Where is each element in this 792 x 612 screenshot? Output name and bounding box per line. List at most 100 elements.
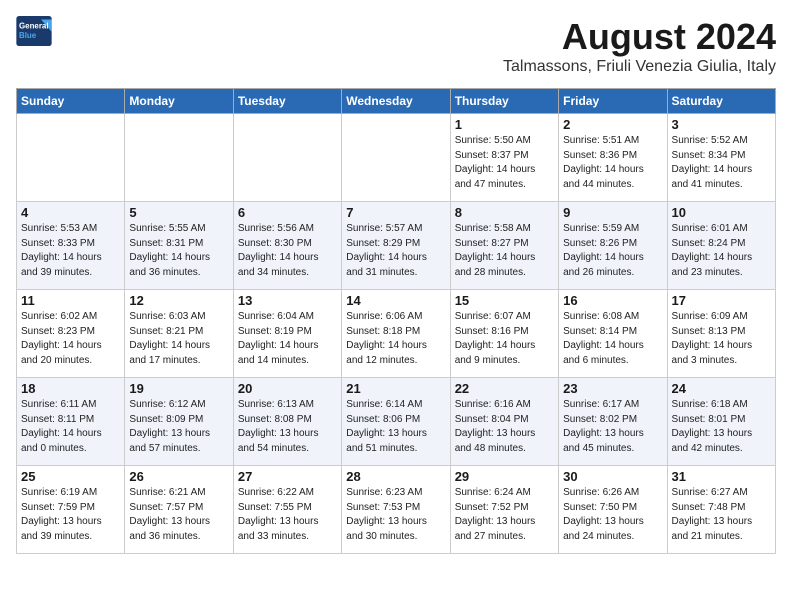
day-info: Sunrise: 6:24 AM Sunset: 7:52 PM Dayligh…: [455, 486, 554, 544]
calendar-cell: 11 Sunrise: 6:02 AM Sunset: 8:23 PM Dayli…: [17, 290, 125, 378]
weekday-friday: Friday: [559, 89, 667, 114]
calendar-cell: 31 Sunrise: 6:27 AM Sunset: 7:48 PM Dayli…: [667, 466, 775, 554]
calendar-cell: [233, 114, 341, 202]
day-number: 12: [129, 293, 228, 308]
day-info: Sunrise: 6:13 AM Sunset: 8:08 PM Dayligh…: [238, 398, 337, 456]
day-info: Sunrise: 6:21 AM Sunset: 7:57 PM Dayligh…: [129, 486, 228, 544]
calendar-cell: [17, 114, 125, 202]
calendar-cell: [125, 114, 233, 202]
svg-text:General: General: [19, 21, 49, 30]
calendar-cell: 5Sunrise: 5:55 AM Sunset: 8:31 PM Daylig…: [125, 202, 233, 290]
calendar-cell: 2 Sunrise: 5:51 AM Sunset: 8:36 PM Daylig…: [559, 114, 667, 202]
week-row-3: 11 Sunrise: 6:02 AM Sunset: 8:23 PM Dayli…: [17, 290, 776, 378]
calendar-cell: 19Sunrise: 6:12 AM Sunset: 8:09 PM Dayli…: [125, 378, 233, 466]
day-number: 13: [238, 293, 337, 308]
day-info: Sunrise: 5:57 AM Sunset: 8:29 PM Dayligh…: [346, 222, 445, 280]
day-info: Sunrise: 6:26 AM Sunset: 7:50 PM Dayligh…: [563, 486, 662, 544]
day-info: Sunrise: 6:01 AM Sunset: 8:24 PM Dayligh…: [672, 222, 771, 280]
day-info: Sunrise: 5:53 AM Sunset: 8:33 PM Dayligh…: [21, 222, 120, 280]
calendar-body: 1Sunrise: 5:50 AM Sunset: 8:37 PM Daylig…: [17, 114, 776, 554]
day-number: 21: [346, 381, 445, 396]
day-number: 24: [672, 381, 771, 396]
day-number: 11: [21, 293, 120, 308]
day-number: 1: [455, 117, 554, 132]
month-title: August 2024: [503, 16, 776, 58]
day-number: 8: [455, 205, 554, 220]
day-number: 29: [455, 469, 554, 484]
day-number: 15: [455, 293, 554, 308]
day-number: 31: [672, 469, 771, 484]
day-info: Sunrise: 6:19 AM Sunset: 7:59 PM Dayligh…: [21, 486, 120, 544]
day-number: 25: [21, 469, 120, 484]
calendar-cell: 12 Sunrise: 6:03 AM Sunset: 8:21 PM Dayli…: [125, 290, 233, 378]
title-area: August 2024 Talmassons, Friuli Venezia G…: [503, 16, 776, 76]
calendar-cell: 15 Sunrise: 6:07 AM Sunset: 8:16 PM Dayli…: [450, 290, 558, 378]
calendar-cell: 25 Sunrise: 6:19 AM Sunset: 7:59 PM Dayli…: [17, 466, 125, 554]
day-info: Sunrise: 5:58 AM Sunset: 8:27 PM Dayligh…: [455, 222, 554, 280]
day-info: Sunrise: 6:23 AM Sunset: 7:53 PM Dayligh…: [346, 486, 445, 544]
day-info: Sunrise: 6:16 AM Sunset: 8:04 PM Dayligh…: [455, 398, 554, 456]
day-number: 28: [346, 469, 445, 484]
calendar-cell: 16 Sunrise: 6:08 AM Sunset: 8:14 PM Dayli…: [559, 290, 667, 378]
day-number: 9: [563, 205, 662, 220]
day-info: Sunrise: 6:14 AM Sunset: 8:06 PM Dayligh…: [346, 398, 445, 456]
day-number: 4: [21, 205, 120, 220]
day-info: Sunrise: 6:07 AM Sunset: 8:16 PM Dayligh…: [455, 310, 554, 368]
day-number: 30: [563, 469, 662, 484]
calendar-cell: 27Sunrise: 6:22 AM Sunset: 7:55 PM Dayli…: [233, 466, 341, 554]
calendar-cell: 30 Sunrise: 6:26 AM Sunset: 7:50 PM Dayli…: [559, 466, 667, 554]
day-info: Sunrise: 6:03 AM Sunset: 8:21 PM Dayligh…: [129, 310, 228, 368]
day-info: Sunrise: 6:02 AM Sunset: 8:23 PM Dayligh…: [21, 310, 120, 368]
location-title: Talmassons, Friuli Venezia Giulia, Italy: [503, 58, 776, 76]
calendar-cell: 23Sunrise: 6:17 AM Sunset: 8:02 PM Dayli…: [559, 378, 667, 466]
day-number: 23: [563, 381, 662, 396]
calendar-cell: 1Sunrise: 5:50 AM Sunset: 8:37 PM Daylig…: [450, 114, 558, 202]
calendar: SundayMondayTuesdayWednesdayThursdayFrid…: [16, 88, 776, 554]
day-number: 3: [672, 117, 771, 132]
calendar-cell: 4 Sunrise: 5:53 AM Sunset: 8:33 PM Daylig…: [17, 202, 125, 290]
weekday-wednesday: Wednesday: [342, 89, 450, 114]
week-row-4: 18 Sunrise: 6:11 AM Sunset: 8:11 PM Dayli…: [17, 378, 776, 466]
day-info: Sunrise: 5:51 AM Sunset: 8:36 PM Dayligh…: [563, 134, 662, 192]
calendar-cell: 20 Sunrise: 6:13 AM Sunset: 8:08 PM Dayli…: [233, 378, 341, 466]
day-info: Sunrise: 5:59 AM Sunset: 8:26 PM Dayligh…: [563, 222, 662, 280]
day-number: 10: [672, 205, 771, 220]
day-info: Sunrise: 6:08 AM Sunset: 8:14 PM Dayligh…: [563, 310, 662, 368]
day-number: 26: [129, 469, 228, 484]
day-number: 18: [21, 381, 120, 396]
day-info: Sunrise: 6:12 AM Sunset: 8:09 PM Dayligh…: [129, 398, 228, 456]
svg-text:Blue: Blue: [19, 31, 37, 40]
day-number: 7: [346, 205, 445, 220]
week-row-1: 1Sunrise: 5:50 AM Sunset: 8:37 PM Daylig…: [17, 114, 776, 202]
day-info: Sunrise: 6:04 AM Sunset: 8:19 PM Dayligh…: [238, 310, 337, 368]
day-info: Sunrise: 6:09 AM Sunset: 8:13 PM Dayligh…: [672, 310, 771, 368]
calendar-cell: 13 Sunrise: 6:04 AM Sunset: 8:19 PM Dayli…: [233, 290, 341, 378]
day-number: 16: [563, 293, 662, 308]
calendar-cell: 6Sunrise: 5:56 AM Sunset: 8:30 PM Daylig…: [233, 202, 341, 290]
day-info: Sunrise: 6:11 AM Sunset: 8:11 PM Dayligh…: [21, 398, 120, 456]
calendar-cell: 10 Sunrise: 6:01 AM Sunset: 8:24 PM Dayli…: [667, 202, 775, 290]
day-info: Sunrise: 6:22 AM Sunset: 7:55 PM Dayligh…: [238, 486, 337, 544]
calendar-cell: 22Sunrise: 6:16 AM Sunset: 8:04 PM Dayli…: [450, 378, 558, 466]
day-number: 14: [346, 293, 445, 308]
day-info: Sunrise: 5:56 AM Sunset: 8:30 PM Dayligh…: [238, 222, 337, 280]
weekday-monday: Monday: [125, 89, 233, 114]
day-info: Sunrise: 6:18 AM Sunset: 8:01 PM Dayligh…: [672, 398, 771, 456]
page-header: General Blue August 2024 Talmassons, Fri…: [16, 16, 776, 76]
calendar-cell: 17 Sunrise: 6:09 AM Sunset: 8:13 PM Dayli…: [667, 290, 775, 378]
calendar-cell: 3 Sunrise: 5:52 AM Sunset: 8:34 PM Daylig…: [667, 114, 775, 202]
calendar-cell: 9 Sunrise: 5:59 AM Sunset: 8:26 PM Daylig…: [559, 202, 667, 290]
day-info: Sunrise: 6:27 AM Sunset: 7:48 PM Dayligh…: [672, 486, 771, 544]
day-info: Sunrise: 5:55 AM Sunset: 8:31 PM Dayligh…: [129, 222, 228, 280]
day-number: 17: [672, 293, 771, 308]
weekday-saturday: Saturday: [667, 89, 775, 114]
weekday-thursday: Thursday: [450, 89, 558, 114]
calendar-cell: 26 Sunrise: 6:21 AM Sunset: 7:57 PM Dayli…: [125, 466, 233, 554]
week-row-5: 25 Sunrise: 6:19 AM Sunset: 7:59 PM Dayli…: [17, 466, 776, 554]
weekday-tuesday: Tuesday: [233, 89, 341, 114]
day-info: Sunrise: 5:52 AM Sunset: 8:34 PM Dayligh…: [672, 134, 771, 192]
weekday-header-row: SundayMondayTuesdayWednesdayThursdayFrid…: [17, 89, 776, 114]
day-number: 2: [563, 117, 662, 132]
day-number: 20: [238, 381, 337, 396]
calendar-cell: 24 Sunrise: 6:18 AM Sunset: 8:01 PM Dayli…: [667, 378, 775, 466]
